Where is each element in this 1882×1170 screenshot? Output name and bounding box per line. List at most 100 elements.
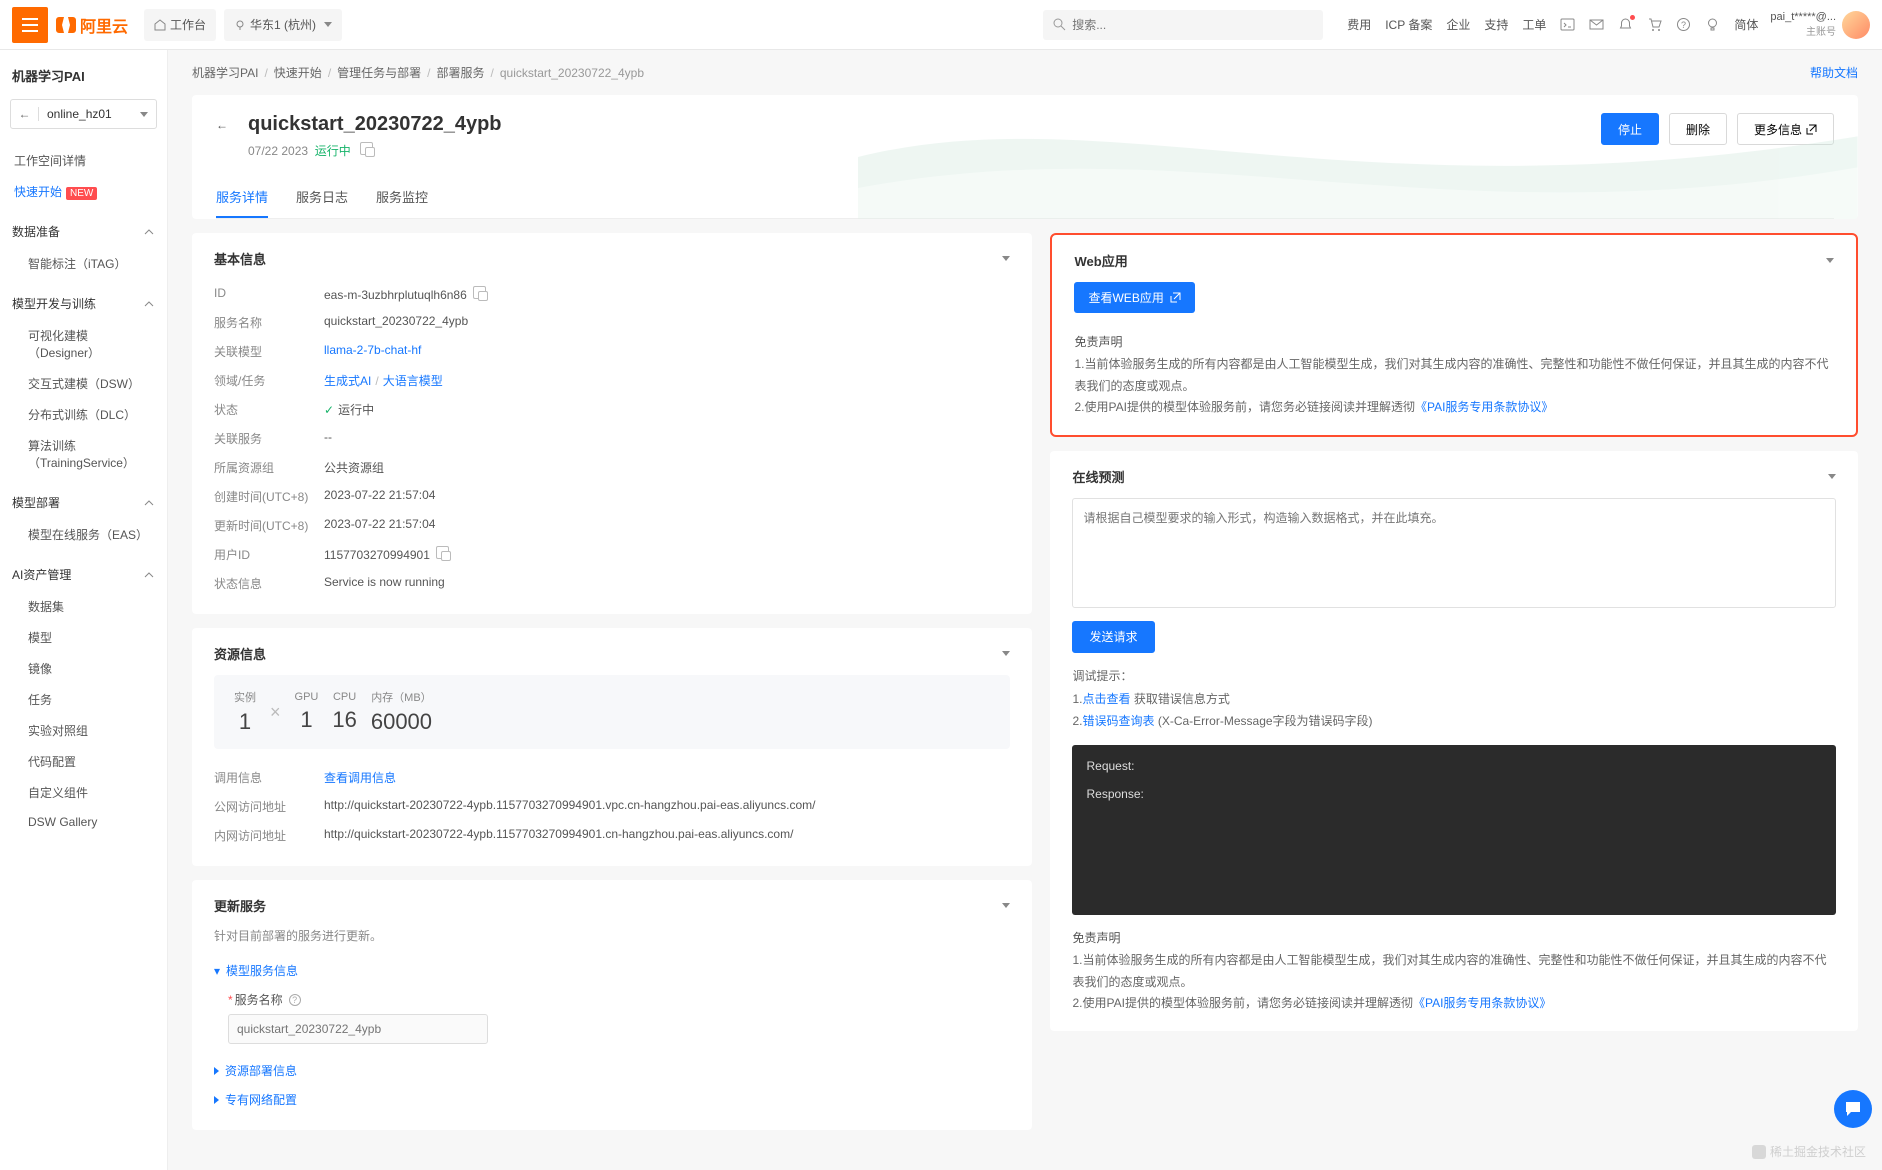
- view-webapp-button[interactable]: 查看WEB应用: [1074, 282, 1194, 313]
- brand-text: 阿里云: [80, 13, 128, 37]
- nav-billing[interactable]: 费用: [1347, 16, 1371, 33]
- sidebar-item-component[interactable]: 自定义组件: [10, 777, 157, 808]
- sidebar-group-data[interactable]: 数据准备: [10, 215, 157, 248]
- tabs: 服务详情 服务日志 服务监控: [216, 177, 1834, 219]
- console-response: Response:: [1086, 787, 1822, 801]
- label: 用户ID: [214, 546, 324, 563]
- nav-ticket[interactable]: 工单: [1522, 16, 1546, 33]
- disclaimer-text: 1.当前体验服务生成的所有内容都是由人工智能模型生成，我们对其生成内容的准确性、…: [1074, 354, 1834, 419]
- model-link[interactable]: llama-2-7b-chat-hf: [324, 343, 421, 357]
- copy-icon[interactable]: [436, 546, 449, 559]
- terms-link[interactable]: 《PAI服务专用条款协议》: [1415, 400, 1553, 414]
- collapse-icon[interactable]: [1828, 474, 1836, 479]
- disclaimer2-text: 1.当前体验服务生成的所有内容都是由人工智能模型生成，我们对其生成内容的准确性、…: [1072, 950, 1836, 1015]
- search-input[interactable]: [1072, 18, 1313, 32]
- tab-logs[interactable]: 服务日志: [296, 177, 348, 218]
- domain-link-b[interactable]: 大语言模型: [383, 374, 443, 388]
- sidebar-item-task[interactable]: 任务: [10, 684, 157, 715]
- collapse-icon[interactable]: [1002, 256, 1010, 261]
- update-heading: 更新服务: [214, 896, 266, 915]
- crumb-3[interactable]: 管理任务与部署: [337, 64, 421, 81]
- sidebar-item-model[interactable]: 模型: [10, 622, 157, 653]
- sidebar-item-dataset[interactable]: 数据集: [10, 591, 157, 622]
- sidebar-quickstart[interactable]: 快速开始NEW: [10, 176, 157, 207]
- user-menu[interactable]: pai_t*****@... 主账号: [1770, 11, 1870, 39]
- stop-button[interactable]: 停止: [1601, 113, 1659, 145]
- tip1-link[interactable]: 点击查看: [1083, 692, 1131, 706]
- sidebar-item-designer[interactable]: 可视化建模（Designer）: [10, 320, 157, 368]
- workspace-button[interactable]: 工作台: [144, 9, 216, 41]
- svg-text:?: ?: [1681, 20, 1686, 30]
- call-info-link[interactable]: 查看调用信息: [324, 771, 396, 785]
- user-role: 主账号: [1770, 23, 1836, 38]
- nav-icp[interactable]: ICP 备案: [1385, 16, 1432, 33]
- collapse-icon[interactable]: [1002, 651, 1010, 656]
- feedback-fab[interactable]: [1834, 1090, 1872, 1128]
- accordion-model-service[interactable]: ▾模型服务信息: [214, 956, 1010, 985]
- brand-logo[interactable]: 阿里云: [56, 13, 128, 37]
- basic-heading: 基本信息: [214, 249, 266, 268]
- copy-icon[interactable]: [360, 142, 373, 155]
- tab-monitor[interactable]: 服务监控: [376, 177, 428, 218]
- sidebar-item-eas[interactable]: 模型在线服务（EAS）: [10, 519, 157, 550]
- collapse-icon[interactable]: [1826, 258, 1834, 263]
- info-icon[interactable]: ?: [289, 994, 301, 1006]
- search-box[interactable]: [1043, 10, 1323, 40]
- sidebar-item-itag[interactable]: 智能标注（iTAG）: [10, 248, 157, 279]
- cart-icon[interactable]: [1647, 17, 1662, 32]
- avatar: [1842, 11, 1870, 39]
- tip2-link[interactable]: 错误码查询表: [1083, 714, 1155, 728]
- crumb-1[interactable]: 机器学习PAI: [192, 64, 258, 81]
- t: 获取错误信息方式: [1131, 692, 1230, 706]
- help-icon[interactable]: ?: [1676, 17, 1691, 32]
- nav-support[interactable]: 支持: [1484, 16, 1508, 33]
- menu-icon[interactable]: [12, 7, 48, 43]
- more-info-button[interactable]: 更多信息: [1737, 113, 1834, 145]
- sidebar-group-deploy[interactable]: 模型部署: [10, 486, 157, 519]
- sidebar-item-image[interactable]: 镜像: [10, 653, 157, 684]
- copy-icon[interactable]: [473, 286, 486, 299]
- chevron-up-icon: [143, 569, 155, 581]
- nav-enterprise[interactable]: 企业: [1446, 16, 1470, 33]
- predict-input[interactable]: [1072, 498, 1836, 608]
- workspace-select[interactable]: ← online_hz01: [10, 99, 157, 129]
- chevron-up-icon: [143, 298, 155, 310]
- crumb-4[interactable]: 部署服务: [437, 64, 485, 81]
- back-button[interactable]: ←: [216, 114, 238, 136]
- external-link-icon: [1170, 292, 1181, 303]
- lang-switch[interactable]: 简体: [1734, 16, 1758, 33]
- page-status: 运行中: [315, 144, 351, 158]
- sidebar-item-training[interactable]: 算法训练（TrainingService）: [10, 430, 157, 478]
- accordion-resource-deploy[interactable]: 资源部署信息: [214, 1056, 1010, 1085]
- console-request: Request:: [1086, 759, 1822, 773]
- quickstart-label: 快速开始: [14, 185, 62, 199]
- domain-link-a[interactable]: 生成式AI: [324, 374, 371, 388]
- bell-icon[interactable]: [1618, 17, 1633, 32]
- terms-link-2[interactable]: 《PAI服务专用条款协议》: [1413, 996, 1551, 1010]
- crumb-2[interactable]: 快速开始: [274, 64, 322, 81]
- page-title: quickstart_20230722_4ypb: [248, 113, 502, 136]
- delete-button[interactable]: 删除: [1669, 113, 1727, 145]
- tab-detail[interactable]: 服务详情: [216, 177, 268, 218]
- accordion-vpc-config[interactable]: 专有网络配置: [214, 1085, 1010, 1114]
- sidebar-item-dlc[interactable]: 分布式训练（DLC）: [10, 399, 157, 430]
- help-docs-link[interactable]: 帮助文档: [1810, 64, 1858, 81]
- collapse-icon[interactable]: [1002, 903, 1010, 908]
- send-request-button[interactable]: 发送请求: [1072, 621, 1154, 653]
- bulb-icon[interactable]: [1705, 17, 1720, 32]
- sidebar-item-experiment[interactable]: 实验对照组: [10, 715, 157, 746]
- sidebar-item-code[interactable]: 代码配置: [10, 746, 157, 777]
- sidebar-workspace-detail[interactable]: 工作空间详情: [10, 145, 157, 176]
- sidebar-group-assets[interactable]: AI资产管理: [10, 558, 157, 591]
- sidebar-item-dsw[interactable]: 交互式建模（DSW）: [10, 368, 157, 399]
- region-selector[interactable]: 华东1 (杭州): [224, 9, 342, 41]
- service-name-input: [228, 1014, 488, 1044]
- disclaimer2-title: 免责声明: [1072, 929, 1836, 946]
- cloudshell-icon[interactable]: [1560, 17, 1575, 32]
- update-desc: 针对目前部署的服务进行更新。: [214, 927, 1010, 944]
- user-name: pai_t*****@...: [1770, 11, 1836, 23]
- back-icon[interactable]: ←: [11, 107, 39, 121]
- sidebar-group-dev[interactable]: 模型开发与训练: [10, 287, 157, 320]
- mail-icon[interactable]: [1589, 17, 1604, 32]
- sidebar-item-gallery[interactable]: DSW Gallery: [10, 808, 157, 836]
